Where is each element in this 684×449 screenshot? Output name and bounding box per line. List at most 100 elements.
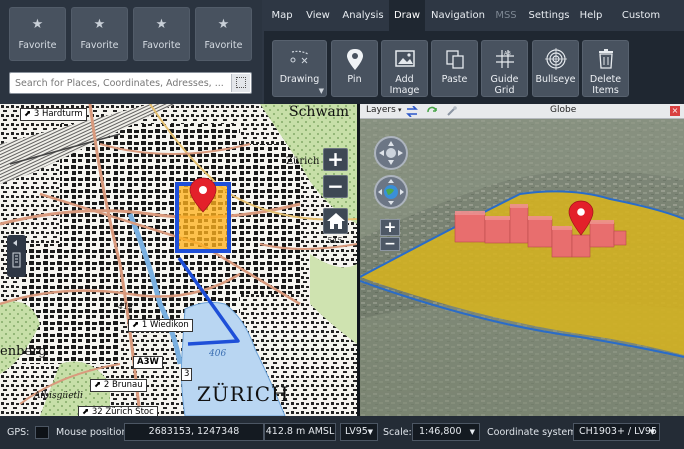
add-image-button[interactable]: Add Image	[381, 40, 428, 97]
globe-icon	[378, 179, 404, 205]
chevron-down-icon: ▼	[469, 428, 475, 436]
tool-icon[interactable]	[446, 106, 458, 117]
swap-icon[interactable]	[406, 106, 418, 117]
look-icon	[379, 141, 403, 165]
select-area-icon	[236, 77, 246, 88]
draw-toolbar: Drawing ▼ Pin Add Image Paste AB Guide G…	[264, 31, 684, 104]
favorite-label: Favorite	[18, 40, 57, 51]
bullseye-button[interactable]: Bullseye	[532, 40, 579, 97]
pan-control[interactable]	[374, 175, 408, 209]
favorite-label: Favorite	[80, 40, 119, 51]
star-icon: ★	[93, 17, 106, 32]
label-wiedikon: ⬈ 1 Wiedikon	[128, 319, 193, 332]
menu-view[interactable]: View	[304, 0, 332, 31]
delete-items-button[interactable]: Delete Items	[582, 40, 629, 97]
coordinate-system-label: Coordinate system:	[487, 427, 580, 438]
side-panel-icon	[12, 240, 21, 268]
menu-analysis[interactable]: Analysis	[340, 0, 386, 31]
trash-icon	[583, 48, 628, 70]
search-input[interactable]	[10, 73, 230, 93]
mouse-coords-field: 2683153, 1247348	[124, 423, 264, 441]
menu-settings[interactable]: Settings	[526, 0, 572, 31]
paste-label: Paste	[441, 74, 468, 85]
globe-zoom-out-button[interactable]: −	[380, 237, 400, 251]
favorite-button-1[interactable]: ★ Favorite	[9, 7, 66, 61]
star-icon: ★	[31, 17, 44, 32]
close-icon[interactable]: ×	[670, 106, 680, 116]
star-icon: ★	[155, 17, 168, 32]
menu-bar: Map View Analysis Draw Navigation MSS Se…	[264, 0, 684, 53]
label-412: 412	[118, 302, 134, 311]
guide-grid-button[interactable]: AB Guide Grid	[481, 40, 528, 97]
map-2d-view[interactable]: ⬈ 3 Hardturm ⬈ 1 Wiedikon A3W ⬈ 2 Brunau…	[0, 104, 357, 416]
label-a3w: A3W	[133, 356, 163, 369]
gps-label: GPS:	[7, 427, 30, 438]
home-button[interactable]	[323, 208, 348, 234]
menu-navigation[interactable]: Navigation	[431, 0, 485, 31]
zoom-in-button[interactable]: +	[323, 148, 348, 171]
menu-custom-tab[interactable]: Custom tab	[613, 0, 669, 53]
favorite-button-2[interactable]: ★ Favorite	[71, 7, 128, 61]
dropdown-arrow-icon: ▼	[318, 87, 324, 95]
delete-items-label: Delete Items	[589, 74, 622, 96]
label-albisgueti: Albisgüetli	[34, 391, 83, 401]
favorites-panel: ★ Favorite ★ Favorite ★ Favorite ★ Favor…	[0, 0, 262, 104]
bullseye-label: Bullseye	[535, 74, 576, 85]
globe-3d-view[interactable]: + −	[360, 119, 684, 416]
label-zurich-stoc: ⬈ 32 Zürich Stoc	[78, 406, 158, 416]
menu-mss[interactable]: MSS	[491, 0, 521, 31]
label-zurich-small: Zürich	[286, 156, 320, 167]
search-button[interactable]	[231, 74, 250, 92]
sync-icon[interactable]	[426, 106, 438, 117]
favorite-label: Favorite	[204, 40, 243, 51]
top-panel: ★ Favorite ★ Favorite ★ Favorite ★ Favor…	[0, 0, 684, 104]
pin-button[interactable]: Pin	[331, 40, 378, 97]
look-control[interactable]	[374, 136, 408, 170]
pin-icon	[332, 48, 377, 70]
globe-header: Layers ▾ Globe ×	[360, 104, 684, 119]
favorite-button-4[interactable]: ★ Favorite	[195, 7, 252, 61]
label-3: 3	[181, 368, 193, 381]
label-hardturm: ⬈ 3 Hardturm	[20, 108, 87, 121]
grid-icon: AB	[482, 48, 527, 70]
mouse-position-label: Mouse position:	[56, 427, 131, 438]
status-bar: GPS: Mouse position: 2683153, 1247348 41…	[0, 416, 684, 449]
menu-help[interactable]: Help	[577, 0, 605, 31]
side-panel-toggle[interactable]	[7, 235, 26, 277]
guide-grid-label: Guide Grid	[490, 74, 519, 96]
label-brunau: ⬈ 2 Brunau	[90, 379, 147, 392]
chevron-down-icon: ▼	[367, 428, 373, 436]
label-406: 406	[209, 349, 227, 359]
favorite-label: Favorite	[142, 40, 181, 51]
label-enberg: enberg	[0, 344, 47, 359]
paste-icon	[432, 48, 477, 70]
globe-zoom-in-button[interactable]: +	[380, 219, 400, 236]
menu-draw[interactable]: Draw	[389, 0, 425, 31]
drawing-label: Drawing	[279, 74, 320, 85]
star-icon: ★	[217, 17, 230, 32]
mouse-crs-select[interactable]: LV95 ▼	[340, 423, 378, 441]
menu-map[interactable]: Map	[268, 0, 296, 31]
favorite-button-3[interactable]: ★ Favorite	[133, 7, 190, 61]
coordinate-system-select[interactable]: CH1903+ / LV95 ▼	[573, 423, 660, 441]
globe-title: Globe	[550, 105, 577, 115]
scale-select[interactable]: 1:46,800 ▼	[412, 423, 480, 441]
pin-label: Pin	[347, 74, 362, 85]
search-box	[9, 72, 252, 94]
layers-menu[interactable]: Layers ▾	[366, 105, 402, 115]
svg-text:AB: AB	[504, 51, 511, 57]
drawing-icon	[273, 48, 326, 70]
map-2d-base	[0, 104, 357, 416]
gps-toggle[interactable]	[35, 426, 49, 439]
add-image-label: Add Image	[389, 74, 420, 96]
globe-scene	[360, 119, 684, 416]
chevron-down-icon: ▼	[649, 428, 655, 436]
label-545: 545	[327, 236, 343, 245]
altitude-field: 412.8 m AMSL	[264, 423, 336, 441]
zoom-out-button[interactable]: −	[323, 175, 348, 198]
label-schwam: Schwam	[289, 104, 350, 120]
home-icon	[326, 213, 345, 229]
drawing-button[interactable]: Drawing ▼	[272, 40, 327, 97]
label-zurich-big: ZÜRICH	[197, 382, 290, 406]
paste-button[interactable]: Paste	[431, 40, 478, 97]
